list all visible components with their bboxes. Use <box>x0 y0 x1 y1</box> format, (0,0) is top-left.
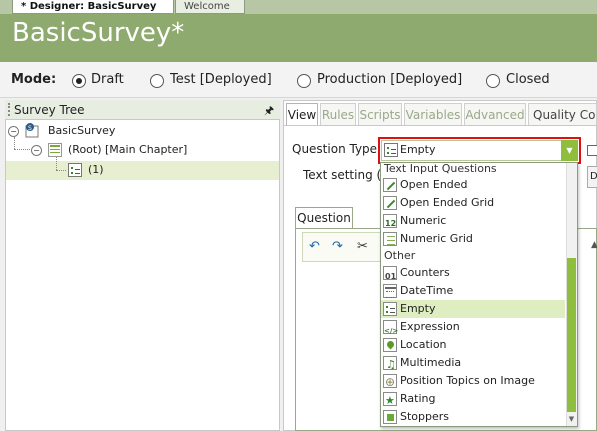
tree-connector <box>14 149 30 150</box>
empty-icon <box>383 302 397 316</box>
mode-closed-label[interactable]: Closed <box>506 72 550 87</box>
dropdown-item-counters[interactable]: Counters <box>381 264 565 286</box>
tab-view[interactable]: View <box>286 103 318 125</box>
text-setting-button[interactable]: D <box>587 166 597 188</box>
numeric-grid-icon <box>383 232 397 246</box>
datetime-icon <box>383 284 397 298</box>
dropdown-item-label: Stoppers <box>400 410 450 423</box>
dropdown-item-label: Numeric <box>400 214 447 227</box>
question-icon <box>68 163 82 177</box>
text-setting-label: Text setting (Pl <box>303 168 392 182</box>
tab-designer-basicsurvey[interactable]: * Designer: BasicSurvey <box>12 0 174 14</box>
dropdown-item-label: DateTime <box>400 284 454 297</box>
mode-production-radio[interactable] <box>297 74 311 88</box>
undo-icon[interactable]: ↶ <box>309 239 320 254</box>
dropdown-item-datetime[interactable]: DateTime <box>381 282 565 300</box>
dropdown-item-empty[interactable]: Empty <box>381 300 565 318</box>
cut-icon[interactable]: ✂ <box>357 239 368 254</box>
numeric-icon <box>383 214 397 233</box>
dropdown-item-rating[interactable]: Rating <box>381 390 565 410</box>
question-type-label: Question Type: <box>292 142 382 156</box>
tab-question[interactable]: Question <box>295 207 353 228</box>
tree-connector <box>56 170 66 171</box>
dropdown-item-expression[interactable]: Expression <box>381 318 565 340</box>
dropdown-item-position-topics[interactable]: Position Topics on Image <box>381 372 565 391</box>
stoppers-icon <box>383 410 397 424</box>
dropdown-item-numeric[interactable]: Numeric <box>381 212 565 233</box>
survey-icon: S <box>25 123 39 138</box>
dropdown-item-label: Rating <box>400 392 436 405</box>
multimedia-icon <box>383 356 397 374</box>
location-icon <box>383 338 397 352</box>
chapter-icon <box>48 143 62 157</box>
question-type-value[interactable]: Empty <box>400 143 435 156</box>
dropdown-item-stoppers[interactable]: Stoppers <box>381 408 565 426</box>
tab-advanced[interactable]: Advanced <box>464 103 526 125</box>
dropdown-item-label: Expression <box>400 320 460 333</box>
dropdown-group-header: Other <box>384 249 416 262</box>
tab-welcome[interactable]: Welcome <box>175 0 245 14</box>
tree-connector <box>14 137 15 149</box>
tab-variables[interactable]: Variables <box>404 103 462 125</box>
dropdown-item-label: Open Ended <box>400 178 468 191</box>
page-title: BasicSurvey* <box>12 18 185 48</box>
pin-icon[interactable]: 🖈 <box>264 102 274 121</box>
dropdown-item-multimedia[interactable]: Multimedia <box>381 354 565 374</box>
svg-text:S: S <box>28 125 32 132</box>
survey-tree-title: Survey Tree <box>14 103 85 117</box>
mode-draft-radio[interactable] <box>72 74 86 88</box>
position-topics-icon <box>383 373 397 391</box>
mode-draft-label[interactable]: Draft <box>91 72 124 87</box>
drag-grip-icon[interactable] <box>8 103 10 116</box>
expression-icon <box>383 320 398 340</box>
tab-divider <box>284 125 597 126</box>
tab-scripts[interactable]: Scripts <box>358 103 402 125</box>
tree-selection-highlight <box>6 161 279 180</box>
dropdown-item-label: Numeric Grid <box>400 232 473 245</box>
collapse-icon[interactable]: − <box>8 126 19 137</box>
tab-rules[interactable]: Rules <box>320 103 356 125</box>
tree-node-question-1[interactable]: (1) <box>88 161 104 179</box>
tab-quality-control[interactable]: Quality Cont <box>528 103 597 125</box>
dropdown-item-label: Counters <box>400 266 450 279</box>
dropdown-item-label: Open Ended Grid <box>400 196 495 209</box>
mode-closed-radio[interactable] <box>486 74 500 88</box>
dropdown-item-open-ended[interactable]: Open Ended <box>381 176 565 194</box>
dropdown-item-label: Location <box>400 338 447 351</box>
chevron-down-icon[interactable]: ▼ <box>561 140 578 161</box>
dropdown-item-label: Position Topics on Image <box>400 374 535 387</box>
tree-node-basicsurvey[interactable]: BasicSurvey <box>48 122 115 140</box>
dropdown-item-location[interactable]: Location <box>381 336 565 354</box>
mode-label: Mode: <box>11 72 57 87</box>
dropdown-item-numeric-grid[interactable]: Numeric Grid <box>381 230 565 248</box>
redo-icon[interactable]: ↷ <box>332 239 343 254</box>
rating-icon <box>383 392 397 410</box>
counters-icon <box>383 266 397 286</box>
dropdown-item-label: Multimedia <box>400 356 462 369</box>
open-ended-icon <box>383 178 397 192</box>
open-ended-grid-icon <box>383 196 397 210</box>
tree-connector <box>56 157 57 170</box>
empty-icon <box>384 143 398 157</box>
tree-node-root-chapter[interactable]: (Root) [Main Chapter] <box>68 141 187 159</box>
collapse-icon[interactable]: − <box>31 145 42 156</box>
expand-arrow-icon[interactable]: ▲ <box>591 240 597 250</box>
dropdown-scrollbar-thumb[interactable] <box>567 258 576 412</box>
scroll-down-icon[interactable]: ▼ <box>566 414 577 425</box>
dropdown-item-open-ended-grid[interactable]: Open Ended Grid <box>381 194 565 212</box>
mode-production-label[interactable]: Production [Deployed] <box>317 72 462 87</box>
dropdown-item-label: Empty <box>400 302 436 315</box>
mode-test-label[interactable]: Test [Deployed] <box>170 72 272 87</box>
option-checkbox[interactable] <box>587 145 597 156</box>
mode-test-radio[interactable] <box>150 74 164 88</box>
